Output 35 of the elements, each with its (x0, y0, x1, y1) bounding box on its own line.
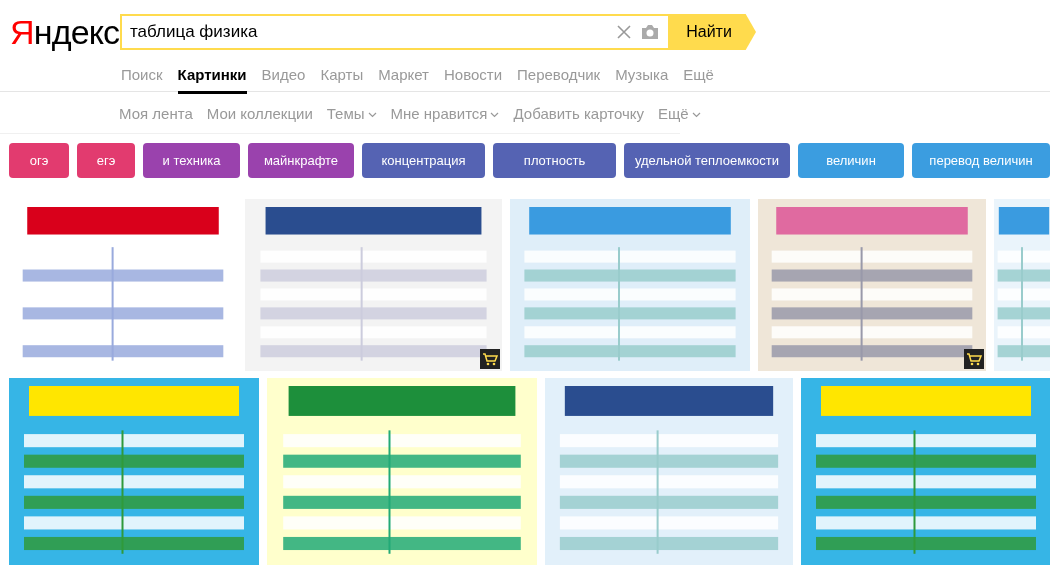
clear-icon[interactable] (616, 24, 632, 40)
menu-link[interactable]: Ещё (657, 103, 701, 126)
camera-icon[interactable] (640, 24, 660, 40)
tag-chip[interactable]: и техника (143, 143, 240, 178)
menu-link[interactable]: Моя лента (119, 103, 193, 126)
tag-chip[interactable]: плотность (493, 143, 616, 178)
menu-link[interactable]: Мне нравится (390, 103, 500, 126)
nav-tab[interactable]: Музыка (615, 64, 669, 87)
nav-tab[interactable]: Новости (443, 64, 503, 87)
nav-tab[interactable]: Картинки (177, 64, 247, 94)
menu-link[interactable]: Темы (326, 103, 377, 126)
cart-icon[interactable] (964, 349, 984, 369)
tag-chip[interactable]: перевод величин (912, 143, 1050, 178)
cart-icon[interactable] (480, 349, 500, 369)
chevron-icon (367, 111, 377, 118)
nav-tab[interactable]: Маркет (378, 64, 429, 87)
chevron-icon (691, 111, 701, 118)
nav-tab[interactable]: Карты (320, 64, 364, 87)
tag-chip[interactable]: величин (798, 143, 904, 178)
tag-chip[interactable]: майнкрафте (248, 143, 354, 178)
tag-chip[interactable]: огэ (9, 143, 69, 178)
nav-tab[interactable]: Поиск (121, 64, 163, 87)
nav-tab[interactable]: Видео (261, 64, 306, 87)
search-input[interactable]: таблица физика (130, 19, 616, 45)
tag-chip[interactable]: удельной теплоемкости (624, 143, 790, 178)
tag-chip[interactable]: концентрация (362, 143, 485, 178)
nav-tab[interactable]: Переводчик (517, 64, 601, 87)
chevron-icon (490, 111, 500, 118)
search-button[interactable]: Найти (670, 14, 756, 50)
menu-link[interactable]: Мои коллекции (206, 103, 313, 126)
yandex-logo[interactable]: Яндекс (0, 15, 120, 49)
menu-link[interactable]: Добавить карточку (513, 103, 644, 126)
nav-tab[interactable]: Ещё (683, 64, 714, 87)
search-field[interactable]: таблица физика (120, 14, 670, 50)
tag-chip[interactable]: егэ (77, 143, 135, 178)
